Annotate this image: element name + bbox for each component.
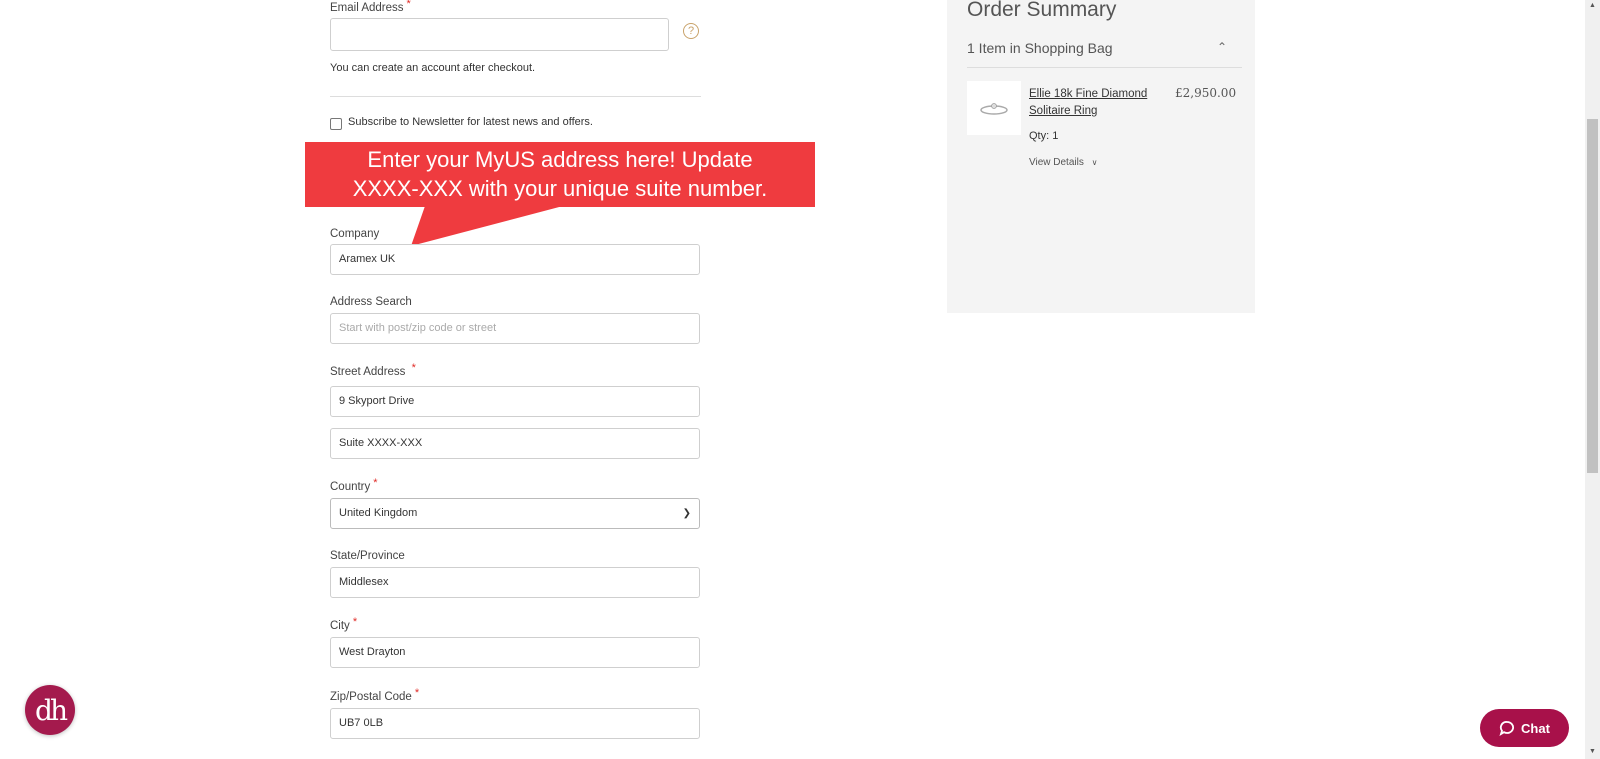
- street-line1-input[interactable]: 9 Skyport Drive: [330, 386, 700, 417]
- required-mark: *: [414, 687, 420, 699]
- state-input[interactable]: Middlesex: [330, 567, 700, 598]
- divider: [330, 96, 701, 97]
- divider: [967, 67, 1242, 68]
- chat-button[interactable]: Chat: [1480, 709, 1569, 747]
- street-line2-input[interactable]: Suite XXXX-XXX: [330, 428, 700, 459]
- email-label-text: Email Address: [330, 2, 404, 14]
- city-label-text: City: [330, 620, 350, 632]
- scroll-up-arrow-icon[interactable]: ▲: [1589, 2, 1596, 9]
- country-select[interactable]: United Kingdom ❯: [330, 498, 700, 529]
- order-summary-title: Order Summary: [967, 0, 1117, 21]
- city-input[interactable]: West Drayton: [330, 637, 700, 668]
- zip-label: Zip/Postal Code *: [330, 687, 419, 703]
- state-label: State/Province: [330, 550, 405, 562]
- callout-banner: Enter your MyUS address here! Update XXX…: [305, 142, 815, 207]
- country-value: United Kingdom: [339, 507, 418, 519]
- scrollbar[interactable]: ▲ ▼: [1585, 0, 1600, 759]
- zip-label-text: Zip/Postal Code: [330, 691, 412, 703]
- view-details-label: View Details: [1029, 157, 1084, 168]
- address-search-input[interactable]: Start with post/zip code or street: [330, 313, 700, 344]
- required-mark: *: [411, 362, 416, 374]
- newsletter-checkbox[interactable]: [330, 118, 342, 130]
- product-qty: Qty: 1: [1029, 130, 1059, 142]
- chevron-down-icon: ∨: [1091, 158, 1098, 167]
- required-mark: *: [406, 0, 411, 10]
- product-thumbnail[interactable]: [967, 81, 1021, 135]
- company-label: Company: [330, 228, 380, 240]
- speech-bubble-icon: [1499, 721, 1515, 736]
- items-header[interactable]: 1 Item in Shopping Bag: [967, 40, 1113, 56]
- country-label: Country *: [330, 477, 378, 493]
- product-name-line-1: Ellie 18k Fine Diamond: [1029, 88, 1148, 100]
- city-label: City *: [330, 616, 357, 632]
- country-label-text: Country: [330, 481, 371, 493]
- callout-pointer: [411, 206, 563, 246]
- zip-input[interactable]: UB7 0LB: [330, 708, 700, 739]
- chevron-up-icon[interactable]: ⌃: [1217, 40, 1227, 54]
- ring-icon: [980, 103, 1008, 115]
- brand-logo[interactable]: dh: [25, 685, 75, 735]
- chat-label: Chat: [1521, 720, 1550, 736]
- email-label: Email Address *: [330, 0, 411, 14]
- account-note: You can create an account after checkout…: [330, 62, 536, 74]
- street-label-text: Street Address: [330, 366, 406, 378]
- company-input[interactable]: Aramex UK: [330, 244, 700, 275]
- address-search-label: Address Search: [330, 296, 412, 308]
- product-price: £2,950.00: [1175, 86, 1237, 100]
- order-summary-panel: Order Summary 1 Item in Shopping Bag ⌃ E…: [947, 0, 1255, 313]
- required-mark: *: [373, 477, 378, 489]
- product-name-link[interactable]: Ellie 18k Fine Diamond Solitaire Ring: [1029, 86, 1147, 120]
- required-mark: *: [352, 616, 358, 628]
- chevron-down-icon: ❯: [682, 508, 691, 519]
- scrollbar-thumb[interactable]: [1587, 119, 1598, 473]
- question-circle-icon[interactable]: ?: [683, 23, 699, 39]
- email-input[interactable]: [330, 18, 669, 51]
- newsletter-label: Subscribe to Newsletter for latest news …: [348, 116, 593, 128]
- callout-line-2: XXXX-XXX with your unique suite number.: [352, 176, 768, 201]
- view-details-toggle[interactable]: View Details ∨: [1029, 157, 1097, 168]
- callout-line-1: Enter your MyUS address here! Update: [367, 147, 753, 172]
- street-label: Street Address *: [330, 362, 416, 378]
- product-name-line-2: Solitaire Ring: [1029, 105, 1098, 117]
- scroll-down-arrow-icon[interactable]: ▼: [1589, 748, 1596, 755]
